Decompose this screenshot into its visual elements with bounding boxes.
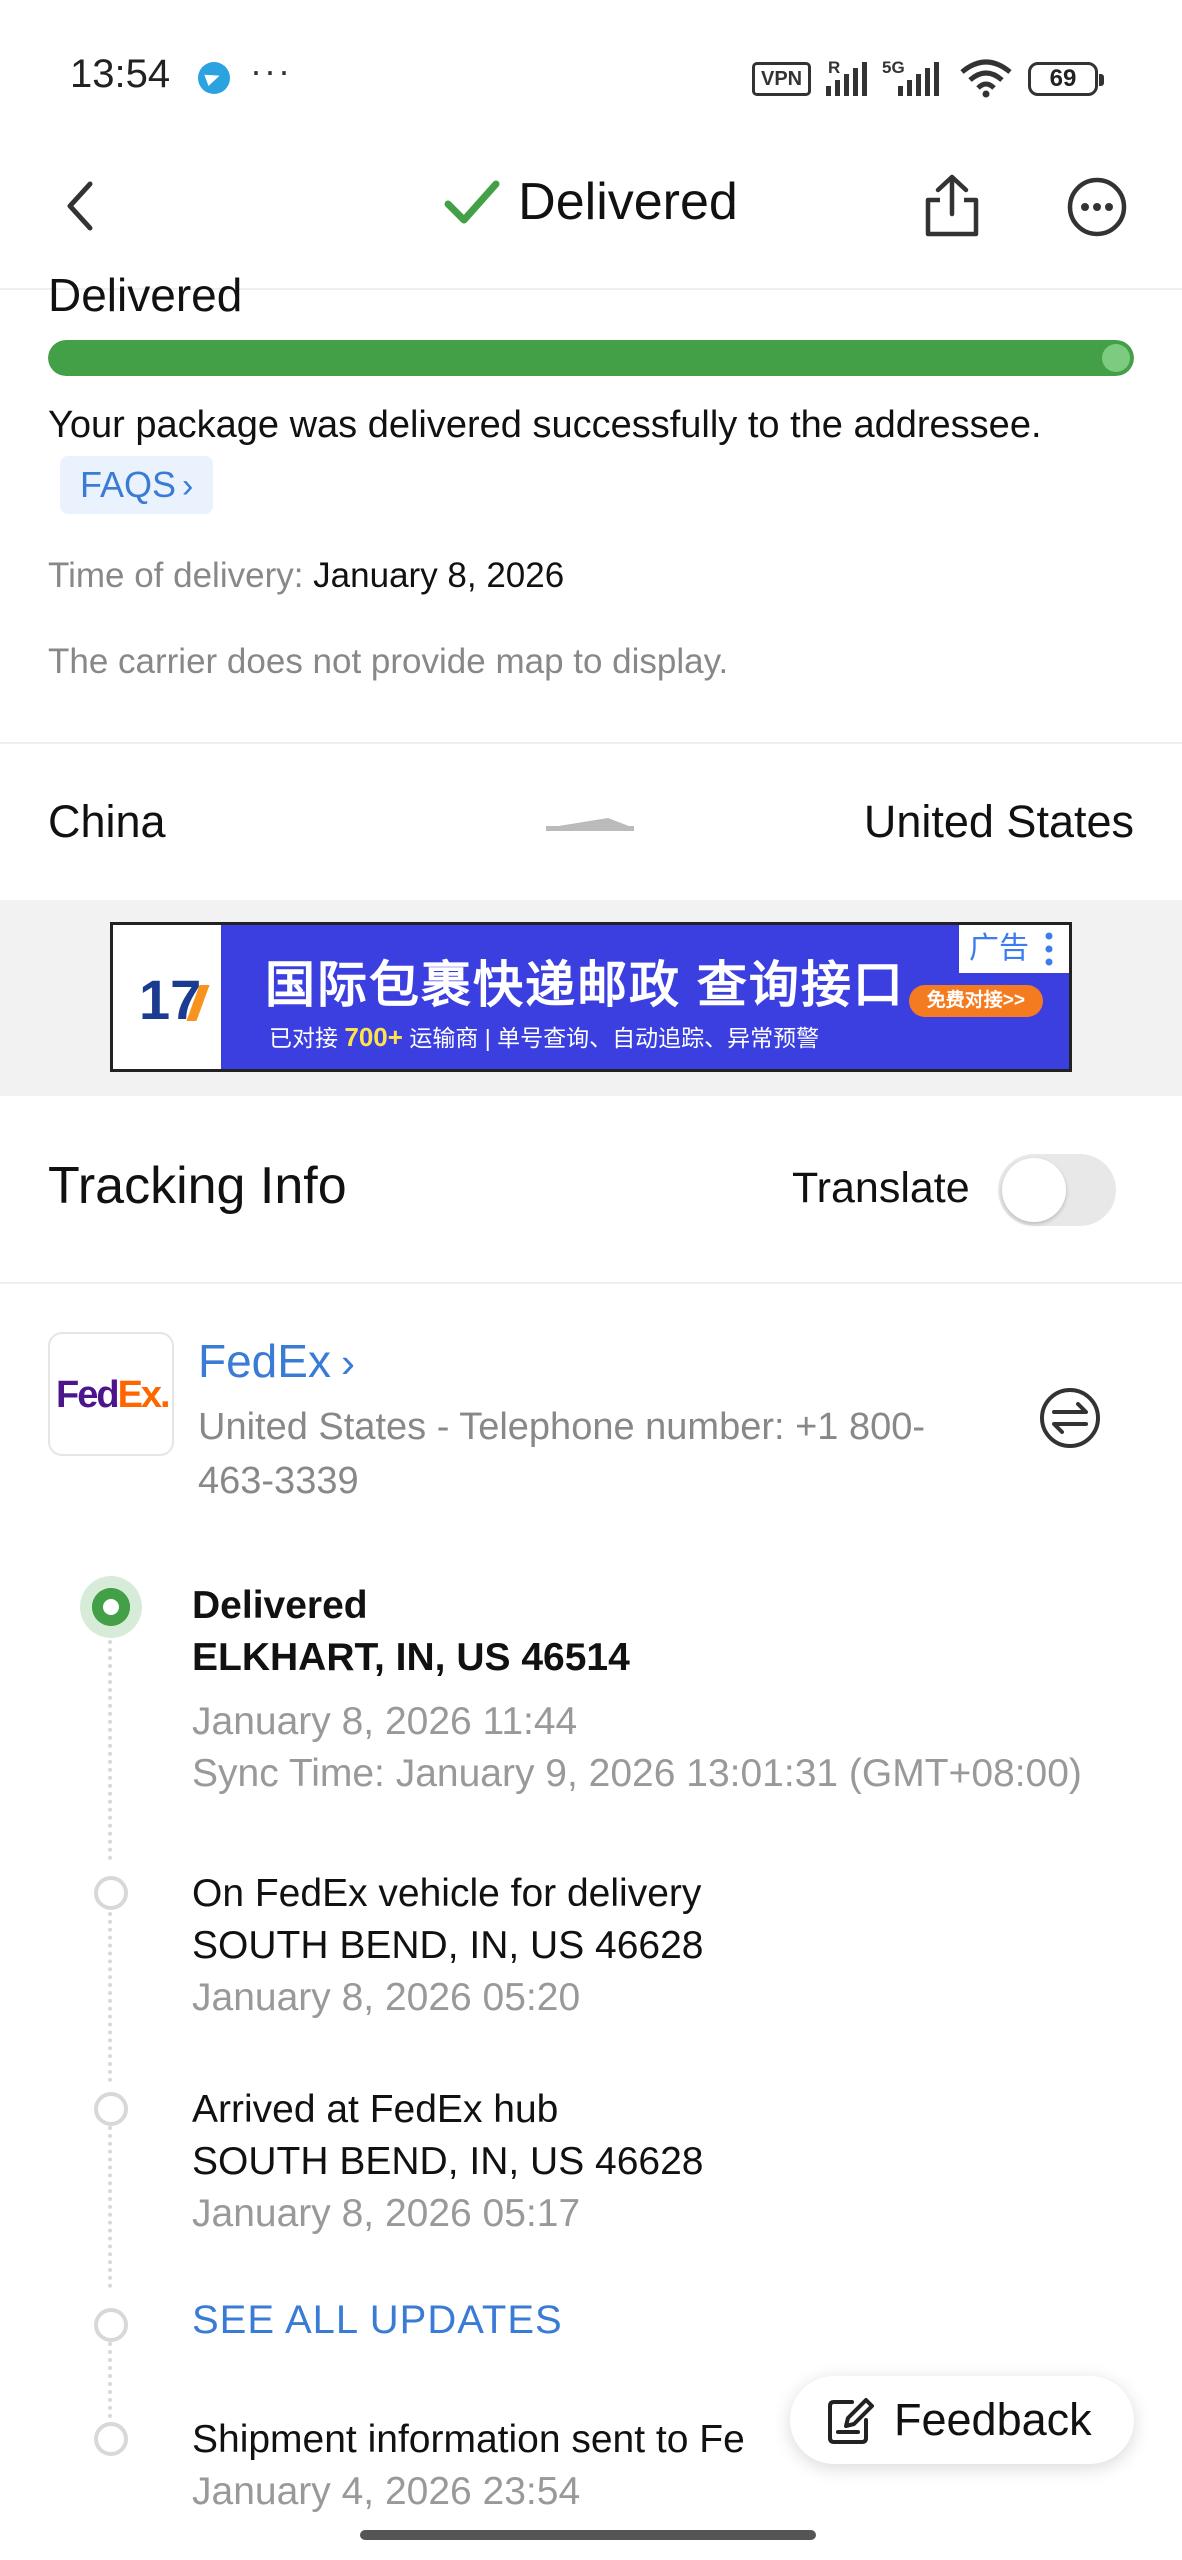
translate-label: Translate	[792, 1164, 970, 1212]
faqs-button[interactable]: FAQS ›	[60, 456, 214, 514]
event-sync-time: Sync Time: January 9, 2026 13:01:31 (GMT…	[192, 1752, 1082, 1795]
delivery-progress-bar	[48, 340, 1134, 376]
toggle-knob	[1002, 1158, 1066, 1222]
event-status: Arrived at FedEx hub	[192, 2088, 559, 2131]
time-of-delivery-label: Time of delivery:	[48, 556, 314, 595]
event-status: Delivered	[192, 1584, 368, 1627]
carrier-name: FedEx	[198, 1335, 331, 1387]
route-origin: China	[48, 796, 166, 847]
tracking-event: On FedEx vehicle for delivery SOUTH BEND…	[192, 1868, 704, 2024]
event-status: Shipment information sent to Fe	[192, 2418, 745, 2461]
tracking-info-title: Tracking Info	[48, 1157, 347, 1215]
map-note: The carrier does not provide map to disp…	[48, 642, 729, 681]
event-time: January 8, 2026 11:44	[192, 1700, 578, 1743]
timeline-line	[108, 2126, 112, 2288]
fedex-logo-fed: Fed	[56, 1374, 120, 1416]
divider	[0, 1282, 1182, 1284]
tracking-event: Arrived at FedEx hub SOUTH BEND, IN, US …	[192, 2084, 704, 2240]
telegram-icon	[198, 62, 230, 94]
faqs-label: FAQS	[80, 464, 177, 505]
home-indicator[interactable]	[360, 2530, 816, 2540]
ad-logo-text: 17	[139, 968, 202, 1031]
timeline-dot-active	[80, 1576, 142, 1638]
feedback-label: Feedback	[894, 2394, 1092, 2445]
fedex-logo-text: FedEx.	[56, 1374, 171, 1417]
ad-menu-icon[interactable]	[1045, 931, 1053, 967]
divider	[0, 742, 1182, 744]
edit-note-icon	[828, 2398, 874, 2444]
event-time: January 4, 2026 23:54	[192, 2470, 581, 2513]
delivery-progress-fill	[48, 340, 1134, 376]
fedex-logo: FedEx.	[48, 1332, 174, 1456]
share-icon[interactable]	[920, 172, 984, 240]
battery-icon: 69	[1028, 62, 1104, 96]
timeline-line	[108, 1912, 112, 2082]
ad-banner[interactable]: 17 国际包裹快递邮政 查询接口 已对接 700+ 运输商 | 单号查询、自动追…	[110, 922, 1072, 1072]
timeline-dot	[94, 2422, 128, 2456]
route-destination: United States	[863, 796, 1134, 847]
time-of-delivery: Time of delivery: January 8, 2026	[48, 556, 564, 596]
vpn-badge: VPN	[752, 62, 812, 96]
ad-headline: 国际包裹快递邮政 查询接口	[265, 957, 905, 1013]
timeline-line	[108, 2342, 112, 2434]
ad-logo: 17	[113, 925, 221, 1069]
progress-end-dot	[1102, 344, 1130, 372]
event-location: SOUTH BEND, IN, US 46628	[192, 1924, 704, 1967]
translate-toggle[interactable]	[998, 1154, 1116, 1226]
ad-tag[interactable]: 广告	[959, 925, 1069, 973]
tracking-event: Shipment information sent to Fe January …	[192, 2414, 745, 2518]
signal-5g-icon	[898, 60, 939, 96]
wifi-icon	[960, 59, 1012, 98]
delivery-section-title: Delivered	[48, 269, 243, 321]
feedback-button[interactable]: Feedback	[790, 2376, 1134, 2464]
see-all-updates-link[interactable]: SEE ALL UPDATES	[192, 2298, 563, 2343]
timeline-dot	[94, 1876, 128, 1910]
tracking-event: Delivered ELKHART, IN, US 46514 January …	[192, 1580, 1082, 1800]
ad-sub-count: 700+	[344, 1022, 403, 1052]
timeline-line	[108, 1640, 112, 1860]
chevron-right-icon: ›	[182, 467, 194, 505]
time-of-delivery-value: January 8, 2026	[313, 556, 565, 595]
carrier-name-link[interactable]: FedEx ›	[198, 1334, 355, 1388]
ad-sub-prefix: 已对接	[269, 1025, 345, 1051]
page-title-text: Delivered	[518, 173, 738, 231]
page-title: Delivered	[0, 172, 1182, 232]
timeline-dot	[94, 2092, 128, 2126]
ad-sub-suffix: 运输商 | 单号查询、自动追踪、异常预警	[402, 1025, 820, 1051]
status-bar: 13:54 ··· VPN R 5G 69	[0, 0, 1182, 150]
ad-cta-button[interactable]: 免费对接>>	[908, 985, 1043, 1017]
event-time: January 8, 2026 05:17	[192, 2192, 581, 2235]
more-notifications-icon: ···	[250, 50, 292, 91]
chevron-right-icon: ›	[340, 1339, 355, 1386]
delivery-message: Your package was delivered successfully …	[48, 404, 1042, 446]
timeline-dot	[94, 2308, 128, 2342]
event-status: On FedEx vehicle for delivery	[192, 1872, 702, 1915]
signal-icon	[826, 60, 867, 96]
status-time: 13:54	[70, 52, 171, 96]
fedex-logo-ex: Ex.	[117, 1374, 171, 1416]
ad-tag-label: 广告	[969, 932, 1029, 965]
event-location: ELKHART, IN, US 46514	[192, 1636, 630, 1679]
check-icon	[444, 180, 500, 224]
more-icon[interactable]	[1066, 176, 1128, 238]
ad-subline: 已对接 700+ 运输商 | 单号查询、自动追踪、异常预警	[269, 1019, 819, 1053]
event-location: SOUTH BEND, IN, US 46628	[192, 2140, 704, 2183]
event-time: January 8, 2026 05:20	[192, 1976, 581, 2019]
route-arrow-icon	[546, 818, 634, 831]
switch-carrier-icon[interactable]	[1038, 1386, 1102, 1450]
carrier-contact-info: United States - Telephone number: +1 800…	[198, 1406, 926, 1502]
